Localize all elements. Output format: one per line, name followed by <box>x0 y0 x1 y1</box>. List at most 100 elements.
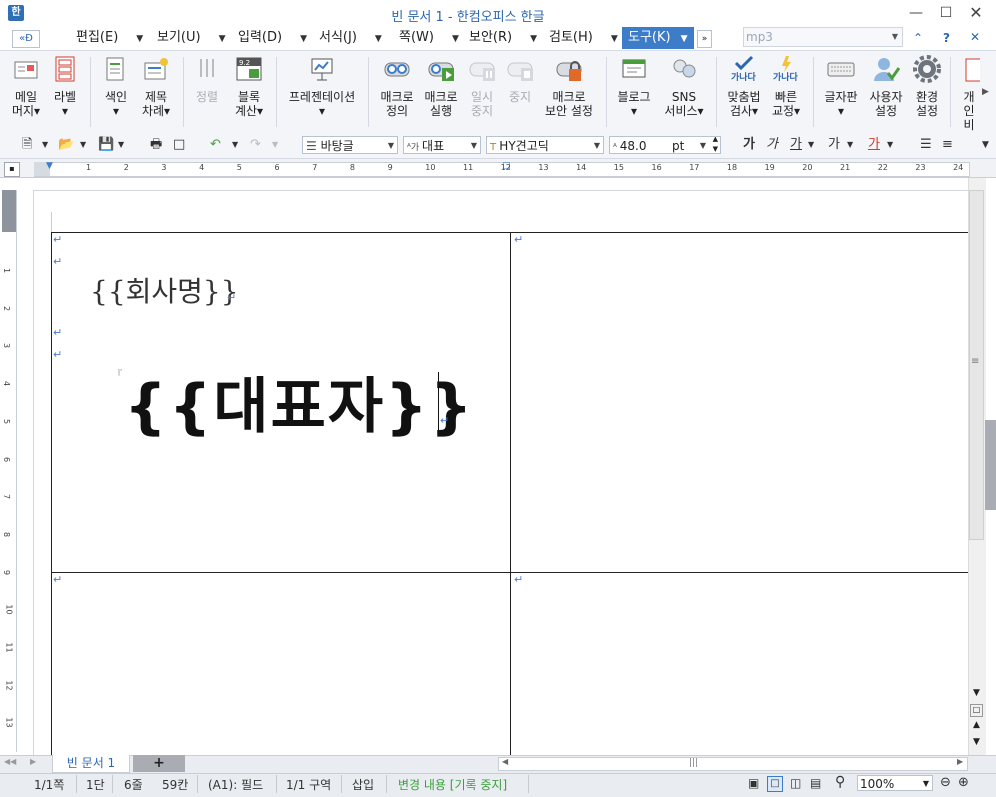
doc-close-icon[interactable]: ✕ <box>970 30 980 44</box>
dropdown-arrow-icon[interactable]: ▼ <box>808 137 814 153</box>
font-select[interactable]: T HY견고딕 ▼ <box>486 136 604 154</box>
dropdown-arrow-icon[interactable]: ▼ <box>118 137 124 153</box>
tab-first-icon[interactable]: ◀◀ <box>4 757 16 766</box>
next-page-icon[interactable]: ▼ <box>970 737 983 750</box>
view-multi-page-icon[interactable]: ◫ <box>790 776 801 790</box>
zoom-icon[interactable]: ⚲ <box>835 774 845 790</box>
quick-correct-button[interactable]: 가나다 빠른 교정▾ <box>768 55 804 118</box>
status-track-changes[interactable]: 변경 내용 [기록 중지] <box>398 776 507 793</box>
sns-button[interactable]: SNS 서비스▾ <box>661 55 707 118</box>
undo-icon[interactable]: ↶ <box>210 137 221 153</box>
view-page-icon[interactable]: □ <box>767 776 783 792</box>
zoom-select[interactable]: 100% ▼ <box>857 775 933 791</box>
page-view-icon[interactable]: □ <box>970 704 983 717</box>
strikethrough-button[interactable]: 가 <box>828 137 840 153</box>
spellcheck-button[interactable]: 가나다 맞춤법 검사▾ <box>724 55 764 118</box>
status-insert-mode[interactable]: 삽입 <box>352 776 374 793</box>
representative-field[interactable]: {{대표자}} <box>124 358 474 445</box>
print-preview-icon[interactable]: □ <box>173 137 185 153</box>
ribbon-separator <box>183 57 184 127</box>
font-color-button[interactable]: 가 <box>868 137 880 153</box>
menu-review[interactable]: 검토(H) ▼ <box>549 27 618 49</box>
macro-stop-button[interactable]: 중지 <box>502 55 538 104</box>
align-left-icon[interactable]: ≡ <box>942 137 953 153</box>
zoom-in-icon[interactable]: ⊕ <box>958 775 969 790</box>
close-button[interactable]: ✕ <box>965 3 987 23</box>
menu-more-icon[interactable]: » <box>697 30 712 48</box>
menu-tools[interactable]: 도구(K) ▼ <box>622 27 694 49</box>
block-calc-button[interactable]: 9.2 블록 계산▾ <box>231 55 267 118</box>
bold-button[interactable]: 가 <box>743 137 755 153</box>
side-panel-tab[interactable] <box>985 420 996 510</box>
ruler-number: 6 <box>274 163 280 172</box>
dropdown-arrow-icon[interactable]: ▼ <box>232 137 238 153</box>
new-document-icon[interactable]: 🗎 <box>22 137 32 153</box>
menu-format[interactable]: 서식(J) ▼ <box>319 27 382 49</box>
help-icon[interactable]: ? <box>943 31 950 45</box>
ribbon-scroll-icon[interactable]: ▶ <box>982 87 989 97</box>
scroll-grip-icon: ≡ <box>971 356 980 367</box>
macro-pause-button[interactable]: 일시 중지 <box>464 55 500 118</box>
menu-view[interactable]: 보기(U) ▼ <box>157 27 226 49</box>
dropdown-arrow-icon[interactable]: ▼ <box>80 137 86 153</box>
prev-page-icon[interactable]: ▲ <box>970 720 983 733</box>
environment-settings-button[interactable]: 환경 설정 <box>910 55 944 118</box>
company-name-field[interactable]: {{회사명}} <box>90 270 239 310</box>
font-size-input[interactable]: ᴬ 48.0 pt ▼ ▲ ▼ <box>609 136 721 154</box>
redo-icon[interactable]: ↷ <box>250 137 261 153</box>
macro-define-button[interactable]: 매크로 정의 <box>377 55 417 118</box>
svg-text:9.2: 9.2 <box>239 59 250 67</box>
privacy-button[interactable]: 개인 비 <box>958 55 980 132</box>
keyboard-button[interactable]: 글자판 ▾ <box>821 55 861 118</box>
align-justify-icon[interactable]: ☰ <box>920 137 932 153</box>
dropdown-arrow-icon[interactable]: ▼ <box>887 137 893 153</box>
dropdown-arrow-icon[interactable]: ▼ <box>272 137 278 153</box>
macro-security-button[interactable]: 매크로 보안 설정 <box>540 55 598 118</box>
ribbon-minimize-icon[interactable]: ⌃ <box>913 31 923 45</box>
index-button[interactable]: 색인 ▾ <box>100 55 132 118</box>
dropdown-arrow-icon[interactable]: ▼ <box>42 137 48 153</box>
scroll-down-icon[interactable]: ▼ <box>970 688 983 701</box>
view-normal-icon[interactable]: ▣ <box>748 776 759 790</box>
sns-icon <box>673 59 696 78</box>
label-button[interactable]: 라벨 ▾ <box>50 55 80 118</box>
ribbon-collapse-icon[interactable]: «Ð <box>12 30 40 48</box>
add-tab-button[interactable]: + <box>133 755 185 772</box>
view-outline-icon[interactable]: ▤ <box>810 776 821 790</box>
macro-run-button[interactable]: 매크로 실행 <box>421 55 461 118</box>
print-icon[interactable]: 🖶 <box>150 137 162 153</box>
zoom-out-icon[interactable]: ⊖ <box>940 775 951 790</box>
menu-security[interactable]: 보안(R) ▼ <box>469 27 537 49</box>
tab-next-icon[interactable]: ▶ <box>30 757 36 766</box>
scroll-left-icon[interactable]: ◀ <box>502 757 508 766</box>
command-search-input[interactable]: mp3 ▼ <box>743 27 903 47</box>
language-select[interactable]: ᴬ가 대표 ▼ <box>403 136 481 154</box>
presentation-button[interactable]: 프레젠테이션 ▾ <box>284 55 360 118</box>
horizontal-scrollbar[interactable] <box>498 757 968 771</box>
style-select[interactable]: ☰ 바탕글 ▼ <box>302 136 398 154</box>
toolbar-overflow-icon[interactable]: ▼ <box>982 137 989 153</box>
sort-icon <box>200 59 214 77</box>
status-col: 59칸 <box>162 778 189 792</box>
italic-button[interactable]: 가 <box>766 137 778 153</box>
scroll-right-icon[interactable]: ▶ <box>957 757 963 766</box>
maximize-button[interactable]: ☐ <box>935 3 957 23</box>
sort-button[interactable]: 정렬 <box>191 55 223 104</box>
minimize-button[interactable]: — <box>905 3 927 23</box>
mail-merge-button[interactable]: 메일 머지▾ <box>8 55 44 118</box>
save-icon[interactable]: 💾 <box>98 137 114 153</box>
menu-insert[interactable]: 입력(D) ▼ <box>238 27 307 49</box>
underline-button[interactable]: 가 <box>790 137 802 153</box>
blog-button[interactable]: 블로그 ▾ <box>614 55 654 118</box>
privacy-icon <box>965 58 980 82</box>
menu-page[interactable]: 쪽(W) ▼ <box>399 27 459 49</box>
user-settings-button[interactable]: 사용자 설정 <box>866 55 906 118</box>
document-tab[interactable]: 빈 문서 1 <box>52 755 130 773</box>
ruler-toggle-icon[interactable]: ▪ <box>4 162 20 177</box>
status-page[interactable]: 1/1쪽 <box>34 776 64 793</box>
toc-button[interactable]: 제목 차례▾ <box>138 55 174 118</box>
indent-marker-icon[interactable]: ▼ <box>46 161 53 171</box>
dropdown-arrow-icon[interactable]: ▼ <box>847 137 853 153</box>
open-folder-icon[interactable]: 📂 <box>58 137 74 153</box>
menu-edit[interactable]: 편집(E) ▼ <box>76 27 143 49</box>
